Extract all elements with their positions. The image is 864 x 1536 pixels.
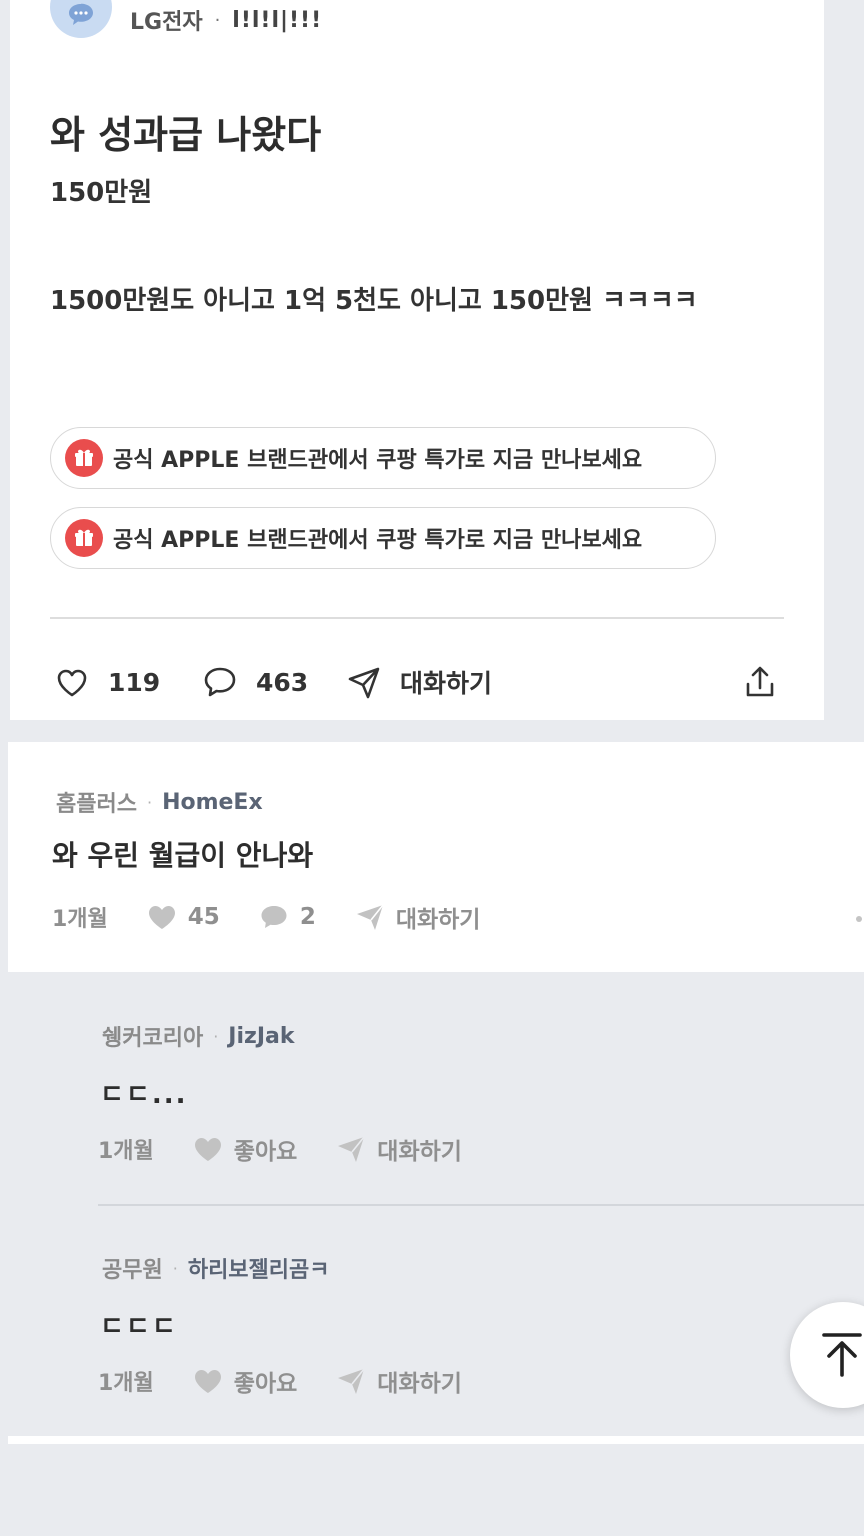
promo-link[interactable]: 공식 APPLE 브랜드관에서 쿠팡 특가로 지금 만나보세요 xyxy=(50,507,716,569)
comment-text: 와 우린 월급이 안나와 xyxy=(52,839,314,872)
reply-text: ㄷㄷ... xyxy=(100,1080,188,1110)
reply-meta: 공무원 · 하리보젤리곰ㅋ xyxy=(102,1252,330,1284)
reply-text: ㄷㄷㄷ xyxy=(100,1312,178,1342)
heart-filled-icon xyxy=(194,1370,221,1393)
comment-chat-button[interactable]: 대화하기 xyxy=(354,900,481,934)
post-subtitle: 150만원 xyxy=(50,178,153,208)
avatar[interactable] xyxy=(50,0,112,38)
comment-like-count: 45 xyxy=(187,904,220,930)
reply-age: 1개월 xyxy=(98,1371,154,1396)
comment-button[interactable]: 463 xyxy=(200,658,308,706)
reply-stats: 1개월 좋아요 대화하기 xyxy=(98,1364,462,1398)
reply-stats: 1개월 좋아요 대화하기 xyxy=(98,1132,462,1166)
promo-text: 공식 APPLE 브랜드관에서 쿠팡 특가로 지금 만나보세요 xyxy=(113,528,643,553)
reply-like-label: 좋아요 xyxy=(233,1371,298,1397)
reply-author-nickname[interactable]: JizJak xyxy=(228,1024,294,1049)
comment-stats: 1개월 45 2 대화하기 xyxy=(52,900,480,934)
share-button[interactable] xyxy=(740,658,780,706)
reply-author-company[interactable]: 공무원 xyxy=(102,1252,163,1284)
divider xyxy=(50,617,784,619)
post-author-nickname[interactable]: l!l!l|!!! xyxy=(232,8,322,33)
scroll-to-top-button[interactable] xyxy=(790,1302,864,1408)
paper-plane-icon xyxy=(348,667,380,699)
chat-button[interactable]: 대화하기 xyxy=(344,658,492,706)
post-action-bar: 119 463 대화하기 xyxy=(50,658,790,706)
gift-icon xyxy=(65,439,103,477)
comment-author-company[interactable]: 홈플러스 xyxy=(56,786,137,818)
divider xyxy=(98,1204,864,1206)
reply-meta: 쉥커코리아 · JizJak xyxy=(102,1020,295,1052)
heart-filled-icon xyxy=(194,1138,221,1161)
more-indicator xyxy=(856,916,862,922)
reply-author-company[interactable]: 쉥커코리아 xyxy=(102,1020,203,1052)
meta-separator: · xyxy=(214,9,221,31)
meta-separator: · xyxy=(172,1258,178,1278)
heart-icon xyxy=(57,669,87,697)
reply-like-button[interactable]: 좋아요 xyxy=(192,1364,297,1398)
reply-chat-button[interactable]: 대화하기 xyxy=(335,1132,462,1166)
reply-like-button[interactable]: 좋아요 xyxy=(192,1132,297,1166)
post-author-company[interactable]: LG전자 xyxy=(130,4,203,36)
promo-text: 공식 APPLE 브랜드관에서 쿠팡 특가로 지금 만나보세요 xyxy=(113,448,643,473)
comment-meta: 홈플러스 · HomeEx xyxy=(56,786,263,818)
reply-chat-label: 대화하기 xyxy=(377,1371,462,1397)
reply-like-label: 좋아요 xyxy=(233,1139,298,1165)
post-body: 1500만원도 아니고 1억 5천도 아니고 150만원 ㅋㅋㅋㅋ xyxy=(50,286,698,316)
reply-chat-button[interactable]: 대화하기 xyxy=(335,1364,462,1398)
post-card: LG전자 · l!l!l|!!! 와 성과급 나왔다 150만원 1500만원도… xyxy=(10,0,824,720)
comment-count: 463 xyxy=(256,667,309,697)
comment-icon xyxy=(204,667,236,697)
post-meta: LG전자 · l!l!l|!!! xyxy=(50,0,322,40)
comment-reply-count: 2 xyxy=(299,904,316,930)
meta-separator: · xyxy=(146,792,153,812)
share-icon xyxy=(746,666,774,697)
comment-author-nickname[interactable]: HomeEx xyxy=(162,790,263,815)
comment-filled-icon xyxy=(261,906,287,928)
comment-age: 1개월 xyxy=(52,907,108,932)
paper-plane-icon xyxy=(338,1136,365,1162)
heart-filled-icon xyxy=(148,906,175,929)
section-end xyxy=(8,1436,864,1444)
comment-card: 홈플러스 · HomeEx 와 우린 월급이 안나와 1개월 45 2 대화하기 xyxy=(8,742,864,972)
chat-bubble-icon xyxy=(69,3,93,25)
reply-chat-label: 대화하기 xyxy=(377,1139,462,1165)
reply-age: 1개월 xyxy=(98,1139,154,1164)
arrow-up-icon xyxy=(822,1333,862,1377)
promo-link[interactable]: 공식 APPLE 브랜드관에서 쿠팡 특가로 지금 만나보세요 xyxy=(50,427,716,489)
comment-like-button[interactable]: 45 xyxy=(146,901,220,933)
like-button[interactable]: 119 xyxy=(52,658,160,706)
post-title: 와 성과급 나왔다 xyxy=(50,113,322,157)
reply-author-nickname[interactable]: 하리보젤리곰ㅋ xyxy=(188,1252,330,1284)
paper-plane-icon xyxy=(356,904,384,930)
paper-plane-icon xyxy=(338,1368,365,1394)
chat-label: 대화하기 xyxy=(400,669,493,698)
like-count: 119 xyxy=(108,667,161,697)
meta-separator: · xyxy=(213,1026,219,1046)
comment-reply-button[interactable]: 2 xyxy=(258,901,316,933)
gift-icon xyxy=(65,519,103,557)
comment-chat-label: 대화하기 xyxy=(395,907,481,933)
